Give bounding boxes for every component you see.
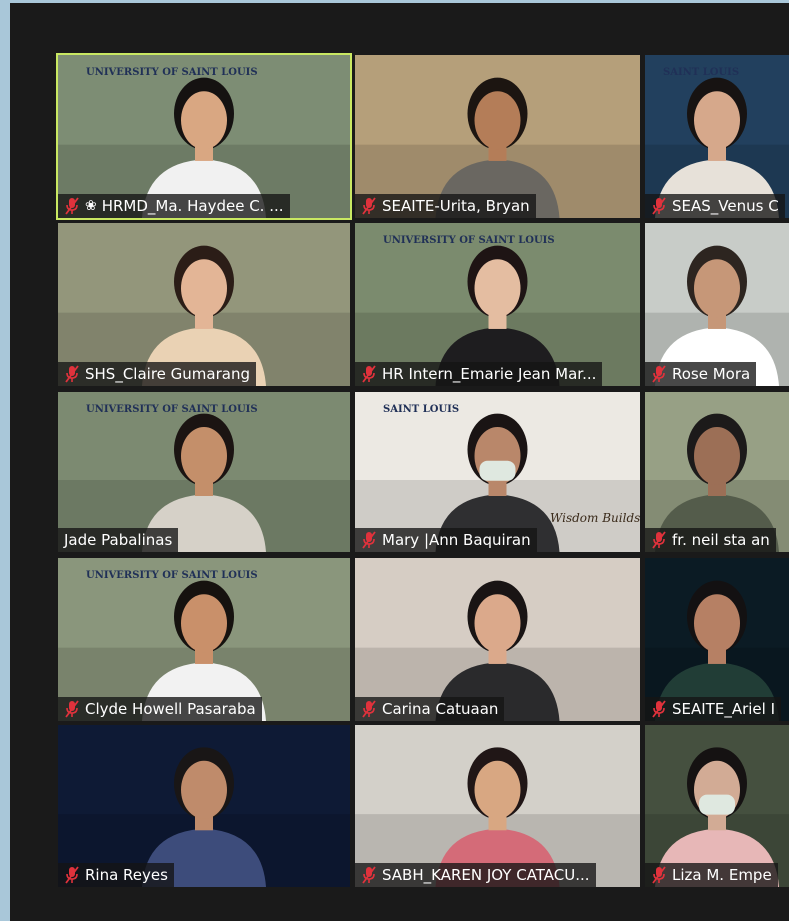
participant-video-tile[interactable]: SAINT LOUIS Wisdom Builds Mary |Ann Baquir… [355,392,640,552]
muted-microphone-icon [652,197,666,215]
participant-video-tile[interactable]: fr. neil sta an [645,392,789,552]
muted-microphone-icon [65,700,79,718]
participant-video-tile[interactable]: UNIVERSITY OF SAINT LOUIS Jade Pabalinas [58,392,350,552]
participant-video-tile[interactable]: UNIVERSITY OF SAINT LOUIS HR Intern_Emari… [355,223,640,386]
participant-video-tile[interactable]: Rose Mora [645,223,789,386]
participant-name-tag: Rina Reyes [58,863,174,887]
participant-video-tile[interactable]: SEAITE-Urita, Bryan [355,55,640,218]
participant-name-tag: SEAS_Venus C [645,194,785,218]
participant-name: SABH_KAREN JOY CATACU... [382,866,590,884]
participant-name: Liza M. Empe [672,866,772,884]
participant-name-tag: HR Intern_Emarie Jean Mar... [355,362,603,386]
logo-text: SAINT LOUIS [663,67,739,78]
logo-text: UNIVERSITY OF SAINT LOUIS [86,404,258,415]
participant-name: SHS_Claire Gumarang [85,365,250,383]
muted-microphone-icon [65,197,79,215]
participant-name: Jade Pabalinas [64,531,173,549]
spotlight-icon: ❀ [85,198,97,214]
participant-name-tag: Mary |Ann Baquiran [355,528,537,552]
participant-name-tag: Clyde Howell Pasaraba [58,697,262,721]
muted-microphone-icon [362,365,376,383]
participant-name: fr. neil sta an [672,531,770,549]
participant-name-tag: SEAITE_Ariel I [645,697,782,721]
muted-microphone-icon [652,531,666,549]
participant-name: SEAS_Venus C [672,197,779,215]
logo-text: UNIVERSITY OF SAINT LOUIS [86,67,258,78]
participant-name-tag: Carina Catuaan [355,697,505,721]
muted-microphone-icon [362,700,376,718]
participant-video-tile[interactable]: Carina Catuaan [355,558,640,721]
video-grid-window: UNIVERSITY OF SAINT LOUIS ❀ HRMD_Ma. Hayde… [10,3,789,921]
participant-video-tile[interactable]: Liza M. Empe [645,725,789,887]
participant-name: Clyde Howell Pasaraba [85,700,256,718]
participant-video-tile[interactable]: Rina Reyes [58,725,350,887]
participant-name-tag: fr. neil sta an [645,528,776,552]
participant-video-tile[interactable]: UNIVERSITY OF SAINT LOUIS Clyde Howell Pa… [58,558,350,721]
participant-name-tag: Rose Mora [645,362,757,386]
participant-name: Mary |Ann Baquiran [382,531,531,549]
participant-name-tag: Liza M. Empe [645,863,778,887]
muted-microphone-icon [65,365,79,383]
participant-name: SEAITE-Urita, Bryan [382,197,530,215]
participant-name: HR Intern_Emarie Jean Mar... [382,365,597,383]
banner-caption: Wisdom Builds [550,511,640,525]
muted-microphone-icon [652,866,666,884]
participant-name: Carina Catuaan [382,700,499,718]
participant-name-tag: Jade Pabalinas [58,528,179,552]
participant-video-tile[interactable]: SAINT LOUIS SEAS_Venus C [645,55,789,218]
participant-video-tile[interactable]: UNIVERSITY OF SAINT LOUIS ❀ HRMD_Ma. Hayde… [56,53,352,220]
muted-microphone-icon [652,700,666,718]
participant-name-tag: ❀ HRMD_Ma. Haydee C. ... [58,194,290,218]
participant-name: SEAITE_Ariel I [672,700,776,718]
participant-name-tag: SEAITE-Urita, Bryan [355,194,536,218]
logo-text: UNIVERSITY OF SAINT LOUIS [383,235,555,246]
participant-name: HRMD_Ma. Haydee C. ... [101,197,284,215]
muted-microphone-icon [362,866,376,884]
participant-video-tile[interactable]: SHS_Claire Gumarang [58,223,350,386]
participant-video-tile[interactable]: SABH_KAREN JOY CATACU... [355,725,640,887]
participant-name: Rose Mora [672,365,751,383]
muted-microphone-icon [65,866,79,884]
muted-microphone-icon [362,197,376,215]
muted-microphone-icon [652,365,666,383]
participant-name-tag: SHS_Claire Gumarang [58,362,256,386]
logo-text: UNIVERSITY OF SAINT LOUIS [86,570,258,581]
participant-name-tag: SABH_KAREN JOY CATACU... [355,863,596,887]
participant-video-tile[interactable]: SEAITE_Ariel I [645,558,789,721]
participant-name: Rina Reyes [85,866,168,884]
logo-text: SAINT LOUIS [383,404,459,415]
muted-microphone-icon [362,531,376,549]
